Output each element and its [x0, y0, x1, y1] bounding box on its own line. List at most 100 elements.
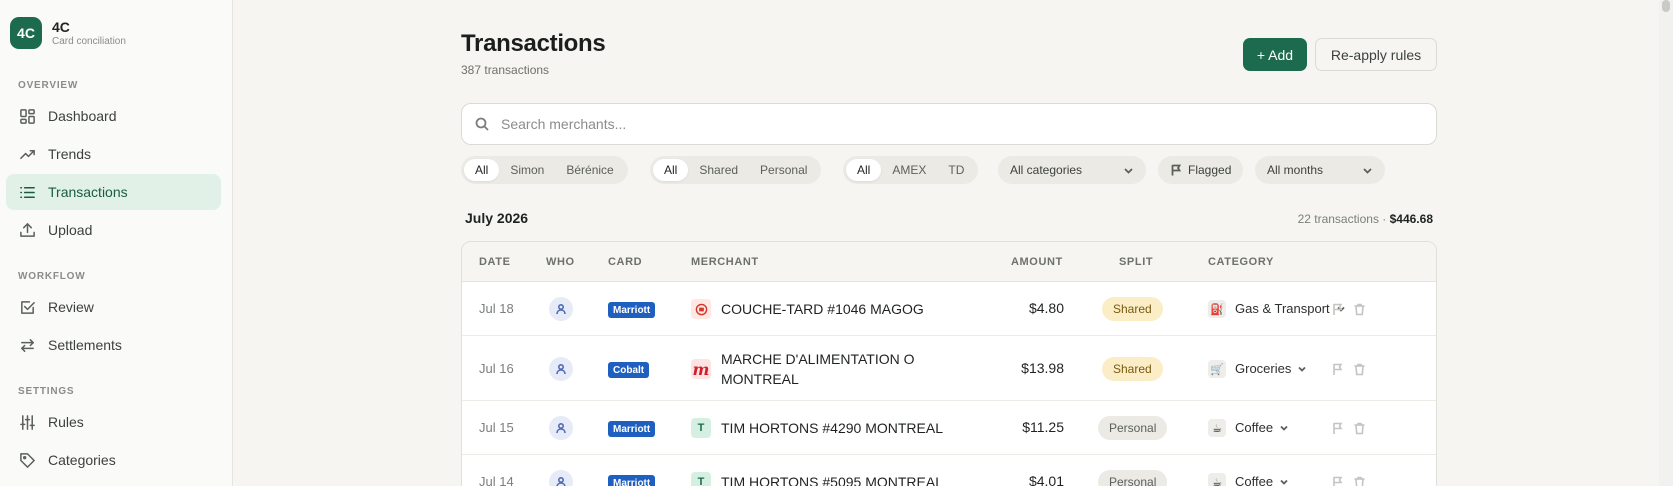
- trash-icon[interactable]: [1353, 475, 1367, 486]
- page-title: Transactions: [461, 30, 606, 57]
- card-badge: Cobalt: [608, 362, 650, 378]
- card-badge: Marriott: [608, 302, 656, 318]
- reapply-rules-button[interactable]: Re-apply rules: [1315, 38, 1437, 71]
- flag-icon[interactable]: [1331, 475, 1345, 486]
- month-title: July 2026: [465, 210, 529, 226]
- column-header-amount[interactable]: AMOUNT: [1011, 256, 1063, 268]
- sidebar-item-transactions[interactable]: Transactions: [6, 174, 221, 210]
- category-dropdown-label: All categories: [1010, 163, 1083, 177]
- split-badge-personal[interactable]: Personal: [1098, 470, 1168, 486]
- scrollbar-thumb[interactable]: [1662, 0, 1670, 12]
- section-label-workflow: WORKFLOW: [18, 271, 86, 282]
- flag-icon[interactable]: [1331, 302, 1345, 316]
- row-amount: $4.80: [1028, 300, 1064, 316]
- flag-icon: [1171, 164, 1182, 176]
- column-header-category[interactable]: CATEGORY: [1208, 256, 1274, 268]
- table-row[interactable]: Jul 18 Marriott COUCHE-TARD #1046 MAGOG …: [462, 283, 1436, 336]
- row-date: Jul 15: [479, 420, 514, 435]
- card-filter-amex[interactable]: AMEX: [881, 159, 937, 181]
- tag-icon: [18, 451, 36, 469]
- who-filter-all[interactable]: All: [464, 159, 500, 181]
- flag-icon[interactable]: [1331, 421, 1345, 435]
- column-header-who[interactable]: WHO: [546, 256, 575, 268]
- merchant-name: TIM HORTONS #5095 MONTREAL: [721, 474, 943, 486]
- card-badge: Marriott: [608, 421, 656, 437]
- split-badge-shared[interactable]: Shared: [1102, 357, 1163, 381]
- trash-icon[interactable]: [1353, 362, 1367, 376]
- page-scrollbar[interactable]: [1659, 0, 1673, 486]
- section-label-settings: SETTINGS: [18, 386, 75, 397]
- add-button[interactable]: + Add: [1243, 38, 1307, 71]
- table-row[interactable]: Jul 14 Marriott T TIM HORTONS #5095 MONT…: [462, 456, 1436, 486]
- sidebar: 4C 4C Card conciliation OVERVIEW Dashboa…: [0, 0, 233, 486]
- brand[interactable]: 4C 4C Card conciliation: [10, 17, 126, 49]
- flagged-filter-label: Flagged: [1188, 163, 1232, 177]
- column-header-date[interactable]: DATE: [479, 256, 511, 268]
- couche-tard-logo-icon: [691, 299, 711, 319]
- merchant-name: COUCHE-TARD #1046 MAGOG: [721, 301, 924, 317]
- sidebar-item-upload[interactable]: Upload: [6, 212, 221, 248]
- split-filter-shared[interactable]: Shared: [688, 159, 749, 181]
- app-name: 4C: [52, 18, 70, 35]
- split-badge-personal[interactable]: Personal: [1098, 416, 1168, 440]
- row-date: Jul 14: [479, 474, 514, 486]
- search-icon: [475, 117, 489, 131]
- card-filter-all[interactable]: All: [846, 159, 882, 181]
- sidebar-item-label: Upload: [48, 222, 93, 238]
- user-avatar-icon[interactable]: [549, 357, 573, 381]
- user-avatar-icon[interactable]: [549, 416, 573, 440]
- sidebar-item-settlements[interactable]: Settlements: [6, 327, 221, 363]
- category-label: Coffee: [1235, 474, 1274, 486]
- sidebar-item-rules[interactable]: Rules: [6, 404, 221, 440]
- chevron-down-icon: [1363, 167, 1372, 174]
- sidebar-item-categories[interactable]: Categories: [6, 442, 221, 478]
- category-dropdown[interactable]: All categories: [998, 156, 1146, 184]
- sidebar-item-label: Trends: [48, 146, 92, 162]
- flagged-filter[interactable]: Flagged: [1158, 156, 1244, 184]
- user-avatar-icon[interactable]: [549, 470, 573, 486]
- trash-icon[interactable]: [1353, 302, 1367, 316]
- app-subtitle: Card conciliation: [52, 35, 126, 47]
- who-filter-simon[interactable]: Simon: [499, 159, 555, 181]
- search-bar[interactable]: [461, 103, 1437, 145]
- table-row[interactable]: Jul 16 Cobalt m MARCHE D'ALIMENTATION O …: [462, 337, 1436, 401]
- sidebar-item-dashboard[interactable]: Dashboard: [6, 98, 221, 134]
- sidebar-item-label: Settlements: [48, 337, 122, 353]
- category-label: Groceries: [1235, 361, 1292, 376]
- sidebar-item-label: Rules: [48, 414, 84, 430]
- table-row[interactable]: Jul 15 Marriott T TIM HORTONS #4290 MONT…: [462, 402, 1436, 455]
- split-filter-personal[interactable]: Personal: [749, 159, 818, 181]
- category-label: Gas & Transport: [1235, 301, 1330, 316]
- months-dropdown[interactable]: All months: [1255, 156, 1385, 184]
- who-filter: All Simon Bérénice: [461, 156, 628, 184]
- row-date: Jul 16: [479, 361, 514, 376]
- column-header-split[interactable]: SPLIT: [1119, 256, 1153, 268]
- chevron-down-icon: [1280, 479, 1288, 485]
- category-select[interactable]: Gas & Transport: [1235, 301, 1346, 316]
- user-avatar-icon[interactable]: [549, 297, 573, 321]
- card-filter-td[interactable]: TD: [937, 159, 975, 181]
- category-select[interactable]: Coffee: [1235, 474, 1289, 486]
- search-input[interactable]: [501, 116, 1401, 132]
- table-header: DATE WHO CARD MERCHANT AMOUNT SPLIT CATE…: [462, 242, 1436, 282]
- sidebar-item-review[interactable]: Review: [6, 289, 221, 325]
- who-filter-berenice[interactable]: Bérénice: [555, 159, 624, 181]
- months-dropdown-label: All months: [1267, 163, 1324, 177]
- sidebar-item-trends[interactable]: Trends: [6, 136, 221, 172]
- row-amount: $4.01: [1028, 473, 1064, 486]
- trend-icon: [18, 145, 36, 163]
- column-header-merchant[interactable]: MERCHANT: [691, 256, 759, 268]
- column-header-card[interactable]: CARD: [608, 256, 642, 268]
- flag-icon[interactable]: [1331, 362, 1345, 376]
- merchant-name: TIM HORTONS #4290 MONTREAL: [721, 420, 943, 436]
- category-select[interactable]: Groceries: [1235, 361, 1307, 376]
- category-label: Coffee: [1235, 420, 1274, 435]
- sidebar-item-label: Review: [48, 299, 94, 315]
- app-logo: 4C: [10, 17, 42, 49]
- category-select[interactable]: Coffee: [1235, 420, 1289, 435]
- cart-icon: 🛒: [1208, 360, 1226, 378]
- split-badge-shared[interactable]: Shared: [1102, 297, 1163, 321]
- trash-icon[interactable]: [1353, 421, 1367, 435]
- split-filter-all[interactable]: All: [653, 159, 689, 181]
- sidebar-item-label: Categories: [48, 452, 116, 468]
